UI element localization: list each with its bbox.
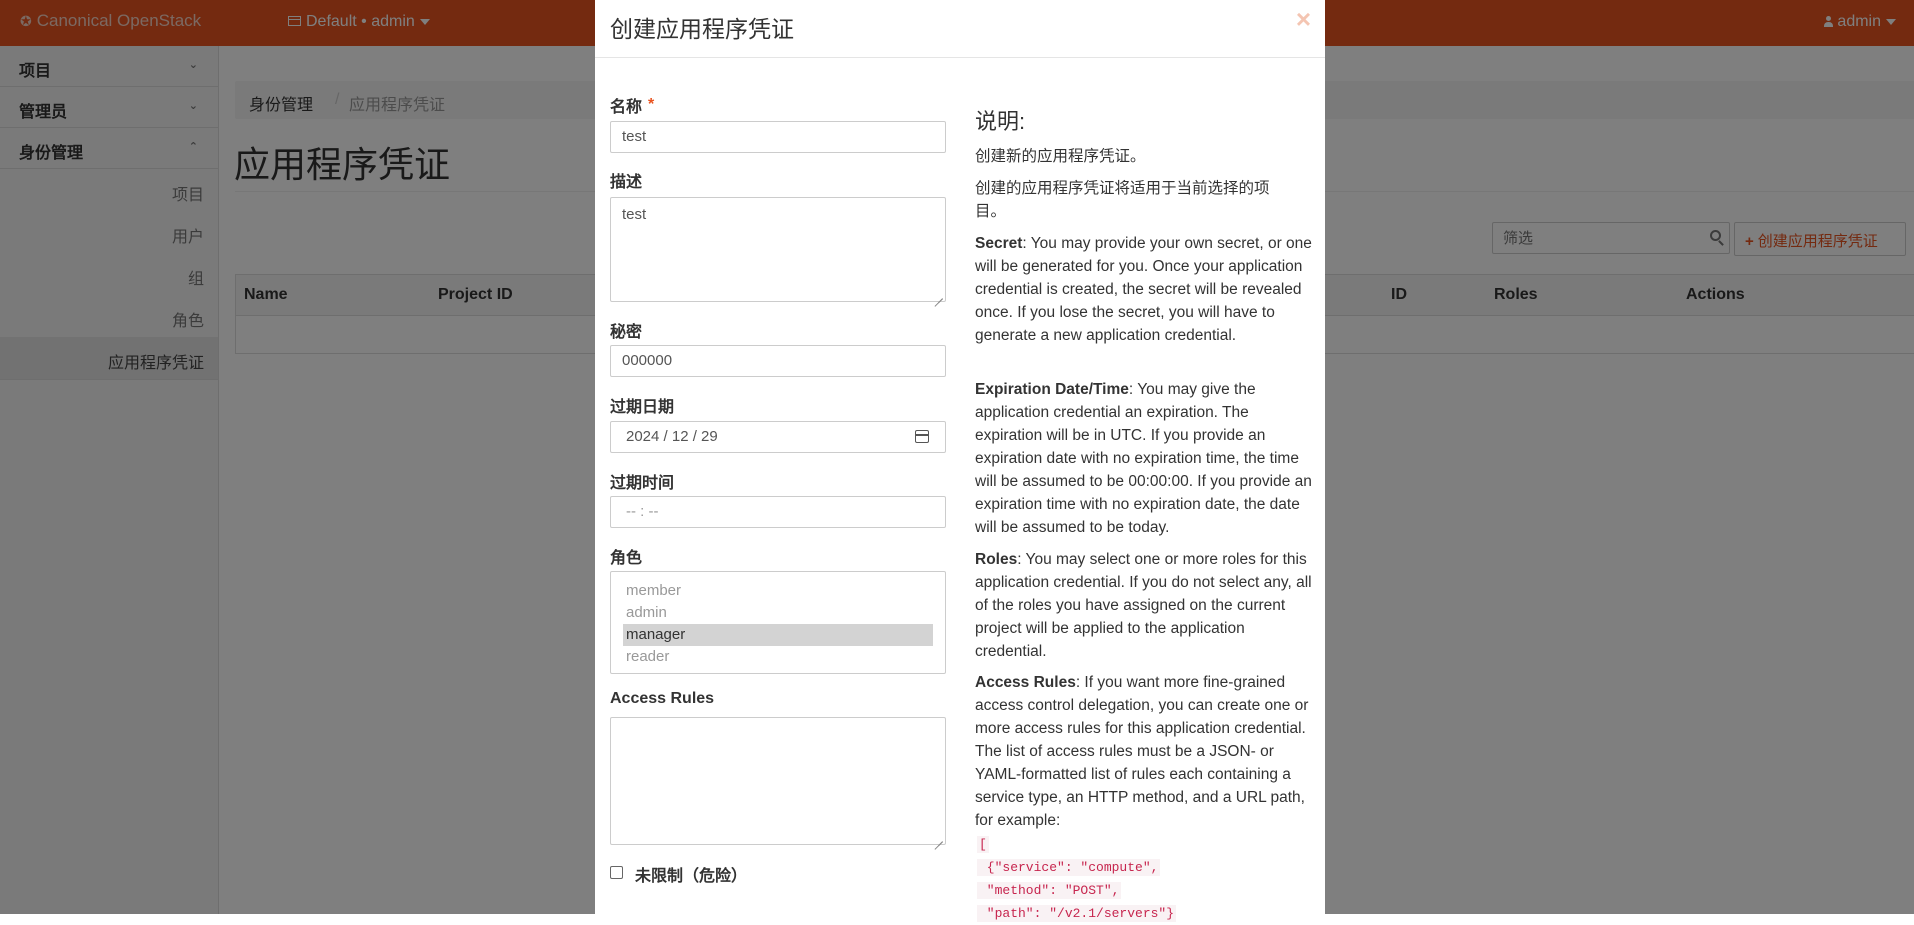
help-roles-text: : You may select one or more roles for t…: [975, 551, 1312, 660]
modal-title: 创建应用程序凭证: [610, 16, 794, 42]
code-line: [: [977, 836, 989, 853]
name-input[interactable]: test: [610, 121, 946, 153]
expiration-date-input[interactable]: 2024 / 12 / 29: [610, 421, 946, 453]
unrestricted-label[interactable]: 未限制（危险）: [635, 862, 747, 886]
help-secret-term: Secret: [975, 235, 1023, 252]
access-rules-example-code: [ {"service": "compute", "method": "POST…: [977, 833, 1177, 925]
calendar-icon[interactable]: [915, 430, 929, 443]
roles-label: 角色: [610, 550, 643, 567]
help-title: 说明:: [975, 109, 1026, 134]
expiration-date-value: 2024 / 12 / 29: [626, 428, 718, 445]
help-access-text: : If you want more fine-grained access c…: [975, 674, 1309, 829]
name-label-text: 名称: [610, 99, 643, 116]
close-icon[interactable]: ×: [1296, 4, 1311, 35]
required-marker: *: [648, 96, 655, 113]
resize-handle-icon[interactable]: [934, 833, 943, 842]
help-expiration-text: : You may give the application credentia…: [975, 381, 1312, 536]
access-rules-textarea[interactable]: [610, 717, 946, 845]
help-secret: Secret: You may provide your own secret,…: [975, 232, 1313, 347]
help-access-term: Access Rules: [975, 674, 1076, 691]
expiration-time-label: 过期时间: [610, 475, 675, 492]
help-project-note: 创建的应用程序凭证将适用于当前选择的项目。: [975, 180, 1270, 220]
description-value: test: [622, 206, 647, 223]
modal-header: 创建应用程序凭证 ×: [595, 0, 1325, 58]
code-line: {"service": "compute",: [977, 859, 1161, 876]
help-expiration-term: Expiration Date/Time: [975, 381, 1129, 398]
description-textarea[interactable]: test: [610, 197, 946, 302]
help-intro: 创建新的应用程序凭证。: [975, 148, 1146, 165]
help-roles-term: Roles: [975, 551, 1018, 568]
roles-multiselect[interactable]: member admin manager reader: [610, 571, 946, 674]
secret-input[interactable]: 000000: [610, 345, 946, 377]
resize-handle-icon[interactable]: [934, 290, 943, 299]
help-secret-text: : You may provide your own secret, or on…: [975, 235, 1312, 344]
description-label: 描述: [610, 174, 643, 191]
role-option-manager[interactable]: manager: [623, 624, 933, 646]
unrestricted-checkbox[interactable]: [610, 866, 623, 879]
expiration-time-input[interactable]: -- : --: [610, 496, 946, 528]
help-roles: Roles: You may select one or more roles …: [975, 548, 1313, 663]
access-rules-label: Access Rules: [610, 690, 715, 707]
name-label: 名称 *: [610, 93, 654, 117]
help-expiration: Expiration Date/Time: You may give the a…: [975, 378, 1313, 539]
code-line: "method": "POST",: [977, 882, 1122, 899]
role-option-reader[interactable]: reader: [623, 646, 933, 668]
help-access-rules: Access Rules: If you want more fine-grai…: [975, 671, 1313, 832]
secret-label: 秘密: [610, 324, 643, 341]
role-option-member[interactable]: member: [623, 580, 933, 602]
role-option-admin[interactable]: admin: [623, 602, 933, 624]
expiration-date-label: 过期日期: [610, 399, 675, 416]
create-credential-modal: 创建应用程序凭证 × 名称 * test 描述 test 秘密 000000 过期…: [595, 0, 1325, 922]
